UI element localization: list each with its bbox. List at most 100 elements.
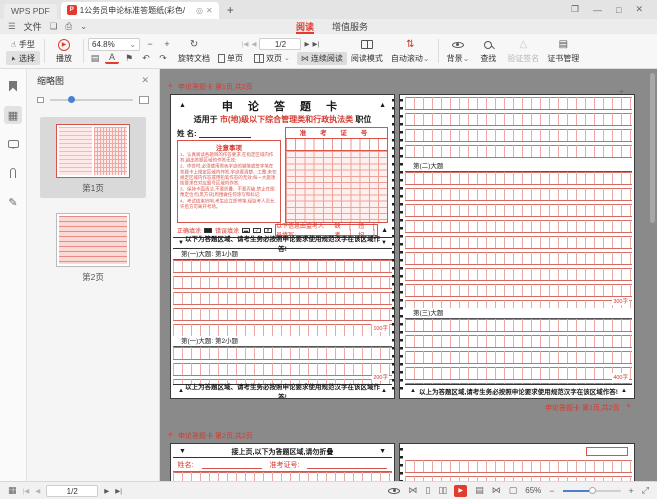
double-page-icon — [254, 54, 264, 63]
redo-icon[interactable]: ↷ — [156, 52, 170, 65]
zoom-slider-handle[interactable] — [589, 487, 596, 494]
background-label: 背景 — [447, 54, 463, 63]
fit-page-icon[interactable]: ⋈ — [492, 485, 501, 496]
wrong-fill-mark: ✗ — [264, 228, 272, 233]
continuous-read-button[interactable]: ⋈ 连续阅读 — [297, 52, 347, 65]
thumbnail-image-2 — [56, 213, 130, 267]
signature-panel-button[interactable]: ✎ — [4, 193, 22, 211]
last-page-icon[interactable]: ▶| — [115, 487, 122, 495]
zoom-out-icon[interactable]: − — [143, 38, 157, 51]
zoom-in-icon[interactable]: + — [160, 38, 174, 51]
file-menu[interactable]: 文件 — [24, 20, 42, 33]
rotate-document-button[interactable]: ↻ 旋转文档 — [174, 36, 214, 66]
attachments-panel-button[interactable] — [4, 164, 22, 182]
document-tab[interactable]: P 1公务员申论标准答题纸(彩色/ ◎ ✕ — [61, 2, 219, 19]
thumbnail-label-1: 第1页 — [82, 182, 104, 194]
page-number-input[interactable]: 1/2 — [46, 485, 98, 497]
close-tab-icon[interactable]: ✕ — [206, 6, 213, 15]
chevron-down-icon: ⌄ — [129, 40, 136, 49]
presentation-play-button[interactable]: ▶ — [454, 485, 467, 497]
zoom-slider[interactable] — [563, 490, 621, 492]
small-thumbnail-icon[interactable] — [37, 97, 44, 103]
comments-panel-button[interactable] — [4, 135, 22, 153]
pin-tab-icon[interactable]: ◎ — [196, 6, 203, 15]
timing-marks — [392, 99, 395, 394]
app-logo[interactable]: WPS PDF — [4, 4, 57, 19]
ticket-write-row — [286, 139, 387, 151]
last-page-icon[interactable]: ▶| — [312, 40, 319, 48]
note-icon[interactable]: ▤ — [88, 52, 102, 65]
first-page-icon[interactable]: |◀ — [23, 487, 30, 495]
thumbnail-page-2[interactable]: 第2页 — [40, 206, 146, 287]
chevron-down-icon[interactable]: ⌄ — [80, 21, 87, 32]
scrollbar-thumb[interactable] — [650, 73, 655, 223]
page-number-input[interactable]: 1/2 — [259, 38, 301, 50]
answer-area-bottom-band: ▲ 以上为答题区域,请考生务必按照申论要求使用规范汉字在该区域作答! ▲ — [405, 384, 632, 396]
select-tool-button[interactable]: ➤ 选择 — [6, 51, 40, 65]
first-page-icon[interactable]: |◀ — [242, 40, 249, 48]
next-page-icon[interactable]: ▶ — [104, 487, 109, 495]
layout-toggle-icon[interactable]: ▦ — [8, 485, 17, 496]
verify-signature-button: △ 验证签名 — [503, 36, 543, 66]
document-viewport[interactable]: + 申论答题卡 第1页,共2页 + 申论答题卡 第1页,共2页 + ▲ 申 论 … — [160, 69, 657, 481]
menu-bar: ☰ 文件 ❏ ⎙ ⌄ 阅读 增值服务 — [0, 19, 657, 34]
tab-value-added[interactable]: 增值服务 — [332, 19, 368, 34]
vertical-scrollbar[interactable] — [649, 71, 656, 479]
auto-scroll-button[interactable]: ⇅ 自动滚动⌄ — [387, 36, 434, 66]
prev-page-icon[interactable]: ◀ — [251, 40, 256, 48]
chevron-down-icon: ⌄ — [463, 54, 470, 63]
next-page-icon[interactable]: ▶ — [304, 40, 309, 48]
page-view-cluster: |◀ ◀ 1/2 ▶ ▶| 单页 双页 ⌄ ⋈ 连续阅读 — [214, 36, 347, 66]
folder-icon[interactable]: ❏ — [50, 21, 58, 32]
thumbnail-size-slider[interactable] — [50, 99, 133, 101]
eye-protect-icon[interactable] — [388, 486, 400, 496]
book-icon — [361, 40, 373, 49]
continuous-label: 连续阅读 — [311, 53, 343, 64]
fullscreen-icon[interactable]: ⤢ — [642, 485, 649, 496]
question-1-1-label: 第(一)大题: 第1小题 — [173, 249, 392, 260]
play-label: 播放 — [56, 53, 72, 64]
zoom-in-icon[interactable]: + — [629, 486, 634, 496]
highlight-text-icon[interactable]: A — [105, 53, 119, 64]
answer-sheet-page2-left: ▼ 接上页,以下为答题区域,请勿折叠 ▼ 姓名: 准考证号: — [170, 443, 395, 481]
tab-reading[interactable]: 阅读 — [296, 19, 314, 34]
double-page-view-icon[interactable]: ▯▯ — [438, 485, 446, 496]
background-button[interactable]: 背景⌄ — [443, 36, 474, 66]
large-thumbnail-icon[interactable] — [139, 96, 149, 104]
read-mode-button[interactable]: 阅读模式 — [347, 36, 387, 66]
certificate-manager-button[interactable]: ▤ 证书管理 — [543, 36, 583, 66]
close-panel-icon[interactable]: ✕ — [141, 75, 149, 86]
bookmarks-panel-button[interactable] — [4, 77, 22, 95]
prev-page-icon[interactable]: ◀ — [35, 487, 40, 495]
slider-handle[interactable] — [68, 96, 75, 103]
find-button[interactable]: 查找 — [473, 36, 503, 66]
single-page-button[interactable]: 单页 — [214, 52, 247, 65]
new-tab-button[interactable]: + — [219, 3, 242, 19]
play-slideshow-button[interactable]: ▶ 播放 — [49, 36, 79, 66]
layout-window-icon[interactable]: ❐ — [571, 4, 579, 15]
print-icon[interactable]: ⎙ — [65, 21, 72, 32]
flag-icon[interactable]: ⚑ — [122, 52, 136, 65]
zoom-level-select[interactable]: 64.8% ⌄ — [88, 38, 140, 51]
undo-icon[interactable]: ↶ — [139, 52, 153, 65]
continue-band: ▼ 接上页,以下为答题区域,请勿折叠 ▼ — [173, 446, 392, 458]
zoom-out-icon[interactable]: − — [549, 486, 554, 496]
certificate-label: 证书管理 — [547, 53, 579, 64]
maximize-icon[interactable]: □ — [616, 5, 621, 15]
double-page-label: 双页 — [266, 53, 282, 64]
thumbnail-page-1[interactable]: 第1页 — [40, 117, 146, 198]
corner-triangle-icon: ▲ — [381, 227, 388, 234]
tab-title: 1公务员申论标准答题纸(彩色/ — [80, 5, 193, 16]
zoom-percent-value[interactable]: 65% — [525, 486, 541, 495]
close-icon[interactable]: ✕ — [635, 4, 643, 15]
hand-tool-button[interactable]: ☝ 手型 — [6, 37, 40, 51]
actual-size-icon[interactable]: ▢ — [509, 485, 518, 496]
fit-width-icon[interactable]: ▤ — [475, 485, 484, 496]
minimize-icon[interactable]: — — [593, 5, 602, 15]
thumbnails-panel-button[interactable]: ▦ — [4, 106, 22, 124]
single-page-view-icon[interactable]: ▯ — [425, 485, 430, 496]
notice-box: 注意事项 1、认真阅读各题目的作答要求,在指定区域内作答,超出答题区域的作答无效… — [177, 140, 281, 223]
hamburger-icon[interactable]: ☰ — [8, 21, 16, 32]
double-page-button[interactable]: 双页 ⌄ — [250, 52, 294, 65]
continuous-view-icon[interactable]: ⋈ — [408, 485, 417, 496]
